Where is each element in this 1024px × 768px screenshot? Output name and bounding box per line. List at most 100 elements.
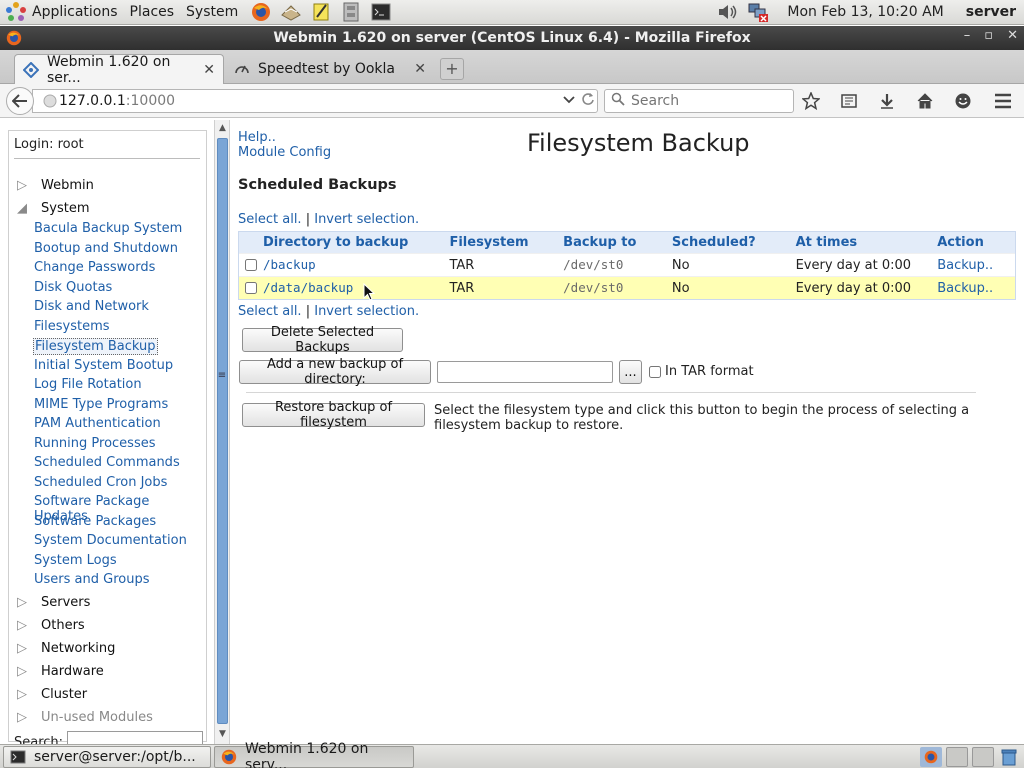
places-menu-label: Places (129, 4, 175, 20)
backup-now-link[interactable]: Backup.. (937, 281, 993, 296)
sidebar-module-change-passwords[interactable]: Change Passwords (34, 260, 155, 275)
table-row: /backup TAR /dev/st0 No Every day at 0:0… (239, 253, 1015, 276)
url-dropdown-icon[interactable] (563, 93, 575, 109)
sidebar-module-pam-authentication[interactable]: PAM Authentication (34, 416, 161, 431)
close-tab-icon[interactable]: ✕ (414, 61, 426, 77)
tar-format-checkbox[interactable] (649, 365, 661, 378)
directory-link[interactable]: /data/backup (263, 280, 353, 295)
sidebar-module-system-logs[interactable]: System Logs (34, 553, 117, 568)
sidebar-module-bacula-backup-system[interactable]: Bacula Backup System (34, 221, 182, 236)
help-link[interactable]: Help.. (238, 130, 276, 145)
directory-input[interactable] (437, 361, 613, 383)
bookmarks-menu-icon[interactable] (830, 84, 868, 118)
delete-selected-backups-button[interactable]: Delete Selected Backups (242, 325, 403, 355)
directory-link[interactable]: /backup (263, 257, 316, 272)
tab-webmin[interactable]: Webmin 1.620 on ser... ✕ (14, 53, 224, 86)
network-disconnected-icon[interactable] (747, 1, 769, 23)
tab-webmin-label: Webmin 1.620 on ser... (47, 53, 171, 86)
site-identity-icon[interactable] (43, 94, 57, 112)
downloads-icon[interactable] (868, 84, 906, 118)
tab-speedtest[interactable]: Speedtest by Ookla ✕ (226, 54, 434, 84)
hello-chat-icon[interactable] (944, 84, 982, 118)
firefox-icon (6, 30, 22, 50)
module-config-link[interactable]: Module Config (238, 145, 331, 160)
select-all-link[interactable]: Select all. (238, 304, 302, 319)
category-networking[interactable]: ▷ Networking (17, 641, 115, 656)
tar-format-option[interactable]: In TAR format (649, 364, 754, 379)
invert-selection-link[interactable]: Invert selection. (314, 212, 419, 227)
sidebar-module-disk-quotas[interactable]: Disk Quotas (34, 280, 112, 295)
taskbar-firefox[interactable]: Webmin 1.620 on serv... (214, 741, 414, 768)
mail-launcher-icon[interactable] (280, 1, 302, 23)
workspace-2-icon[interactable] (946, 746, 968, 767)
sidebar-module-initial-system-bootup[interactable]: Initial System Bootup (34, 358, 173, 373)
reload-icon[interactable] (579, 92, 597, 110)
category-cluster[interactable]: ▷ Cluster (17, 687, 87, 702)
sidebar-module-users-and-groups[interactable]: Users and Groups (34, 572, 149, 587)
expand-triangle-icon: ▷ (17, 687, 27, 702)
window-titlebar[interactable]: Webmin 1.620 on server (CentOS Linux 6.4… (0, 26, 1024, 50)
applications-menu[interactable]: Applications (0, 0, 124, 25)
sidebar-module-system-documentation[interactable]: System Documentation (34, 533, 187, 548)
close-tab-icon[interactable]: ✕ (203, 62, 215, 78)
terminal-launcher-icon[interactable] (370, 1, 392, 23)
sidebar-module-scheduled-commands[interactable]: Scheduled Commands (34, 455, 180, 470)
system-menu[interactable]: System (180, 0, 244, 25)
sidebar-module-bootup-and-shutdown[interactable]: Bootup and Shutdown (34, 241, 178, 256)
scrollbar-thumb[interactable] (217, 138, 228, 724)
sidebar-module-mime-type-programs[interactable]: MIME Type Programs (34, 397, 168, 412)
selection-links-bottom: Select all. | Invert selection. (238, 304, 419, 319)
sidebar-module-disk-and-network[interactable]: Disk and Network (34, 299, 149, 314)
scroll-down-icon[interactable]: ▼ (216, 728, 229, 741)
row-checkbox[interactable] (244, 282, 257, 294)
back-button[interactable] (6, 87, 34, 115)
select-all-link[interactable]: Select all. (238, 212, 302, 227)
firefox-icon (221, 749, 237, 765)
category-webmin[interactable]: ▷ Webmin (17, 178, 94, 193)
workspace-3-icon[interactable] (972, 746, 994, 767)
home-icon[interactable] (906, 84, 944, 118)
frame-scrollbar[interactable]: ▲ ≡ ▼ (214, 120, 230, 744)
panel-clock[interactable]: Mon Feb 13, 10:20 AM (787, 4, 943, 20)
text-editor-launcher-icon[interactable] (310, 1, 332, 23)
sidebar-module-filesystem-backup[interactable]: Filesystem Backup (33, 338, 158, 355)
tar-format-label: In TAR format (665, 364, 754, 379)
row-checkbox[interactable] (244, 259, 257, 271)
sidebar-module-scheduled-cron-jobs[interactable]: Scheduled Cron Jobs (34, 475, 167, 490)
minimize-icon[interactable]: – (964, 28, 971, 43)
category-system[interactable]: ◢ System (17, 201, 89, 216)
add-backup-button[interactable]: Add a new backup of directory: (239, 357, 431, 387)
bookmark-star-icon[interactable] (792, 84, 830, 118)
backup-to-cell: /dev/st0 (563, 280, 624, 295)
search-input[interactable] (631, 93, 781, 109)
category-others[interactable]: ▷ Others (17, 618, 85, 633)
firefox-launcher-icon[interactable] (250, 1, 272, 23)
category-hardware[interactable]: ▷ Hardware (17, 664, 104, 679)
close-window-icon[interactable]: ✕ (1007, 28, 1018, 43)
restore-backup-button[interactable]: Restore backup of filesystem (242, 400, 425, 430)
login-divider (14, 158, 200, 159)
frame-resize-grip-icon[interactable]: ≡ (216, 370, 228, 381)
file-cabinet-launcher-icon[interactable] (340, 1, 362, 23)
category-unused-modules[interactable]: ▷ Un-used Modules (17, 710, 153, 725)
sidebar-module-filesystems[interactable]: Filesystems (34, 319, 110, 334)
backup-now-link[interactable]: Backup.. (937, 258, 993, 273)
scroll-up-icon[interactable]: ▲ (216, 122, 229, 135)
browse-directory-button[interactable]: ... (619, 360, 642, 384)
taskbar-terminal[interactable]: server@server:/opt/b... (3, 745, 211, 768)
sidebar-module-software-packages[interactable]: Software Packages (34, 514, 156, 529)
volume-icon[interactable] (717, 1, 739, 23)
menu-hamburger-icon[interactable] (982, 84, 1024, 118)
sidebar-module-log-file-rotation[interactable]: Log File Rotation (34, 377, 142, 392)
invert-selection-link[interactable]: Invert selection. (314, 304, 419, 319)
table-row: /data/backup TAR /dev/st0 No Every day a… (239, 276, 1015, 299)
url-bar[interactable]: 127.0.0.1:10000 (32, 89, 598, 113)
new-tab-button[interactable]: + (440, 58, 464, 80)
search-bar[interactable] (604, 89, 794, 113)
sidebar-module-running-processes[interactable]: Running Processes (34, 436, 156, 451)
trash-icon[interactable] (998, 747, 1020, 767)
workspace-1-firefox-icon[interactable] (920, 746, 942, 767)
places-menu[interactable]: Places (124, 0, 181, 25)
category-servers[interactable]: ▷ Servers (17, 595, 90, 610)
maximize-icon[interactable]: ▫ (984, 28, 993, 43)
